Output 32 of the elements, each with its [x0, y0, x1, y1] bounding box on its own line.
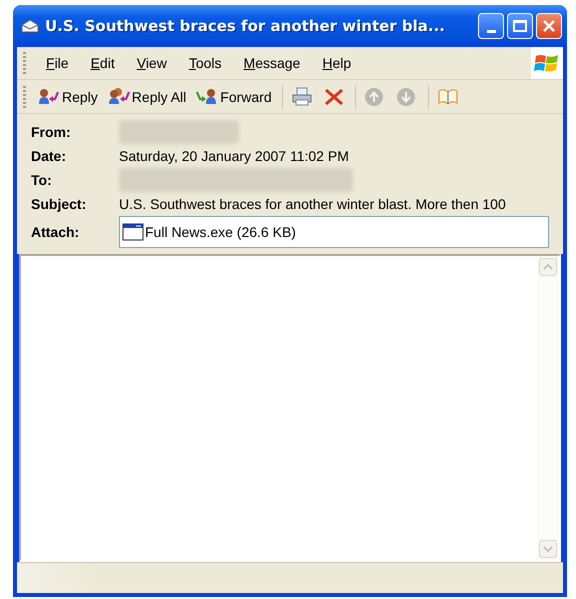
program-window-icon: [122, 223, 144, 241]
menu-item[interactable]: Edit: [78, 55, 125, 71]
forward-icon: [196, 86, 218, 106]
menu-item[interactable]: Help: [310, 55, 362, 71]
menu-item[interactable]: Tools: [176, 55, 232, 71]
field-label: Date:: [31, 148, 68, 164]
window-title: U.S. Southwest braces for another winter bla...: [45, 17, 446, 35]
field-label: From:: [31, 124, 72, 140]
reply-all-icon: [108, 86, 130, 106]
menu-item[interactable]: Message: [232, 55, 310, 71]
field-label: Subject:: [31, 196, 88, 212]
field-value: U.S. Southwest braces for another winter blast. More then 100: [119, 196, 507, 212]
scroll-down-icon[interactable]: [539, 540, 557, 558]
reply-icon: [38, 86, 60, 106]
field-label: Attach:: [31, 224, 80, 240]
envelope-icon: [21, 19, 39, 33]
forward-button[interactable]: Forward: [192, 84, 278, 108]
reply-button[interactable]: Reply: [34, 84, 104, 108]
close-button[interactable]: [536, 13, 562, 39]
field-value: Saturday, 20 January 2007 11:02 PM: [119, 148, 350, 164]
field-label: To:: [31, 172, 53, 188]
menu-item[interactable]: View: [124, 55, 177, 71]
menu-item[interactable]: File: [34, 55, 79, 71]
maximize-button[interactable]: [507, 13, 533, 39]
attachment-item[interactable]: Full News.exe (26.6 KB): [120, 223, 296, 241]
scrollbar[interactable]: [537, 256, 559, 560]
x-icon: [542, 19, 556, 33]
minimize-button[interactable]: [478, 13, 504, 39]
reply-all-button[interactable]: Reply All: [104, 84, 192, 108]
grip-handle[interactable]: [23, 52, 26, 74]
scroll-up-icon[interactable]: [539, 258, 557, 276]
grip-handle[interactable]: [23, 86, 26, 108]
